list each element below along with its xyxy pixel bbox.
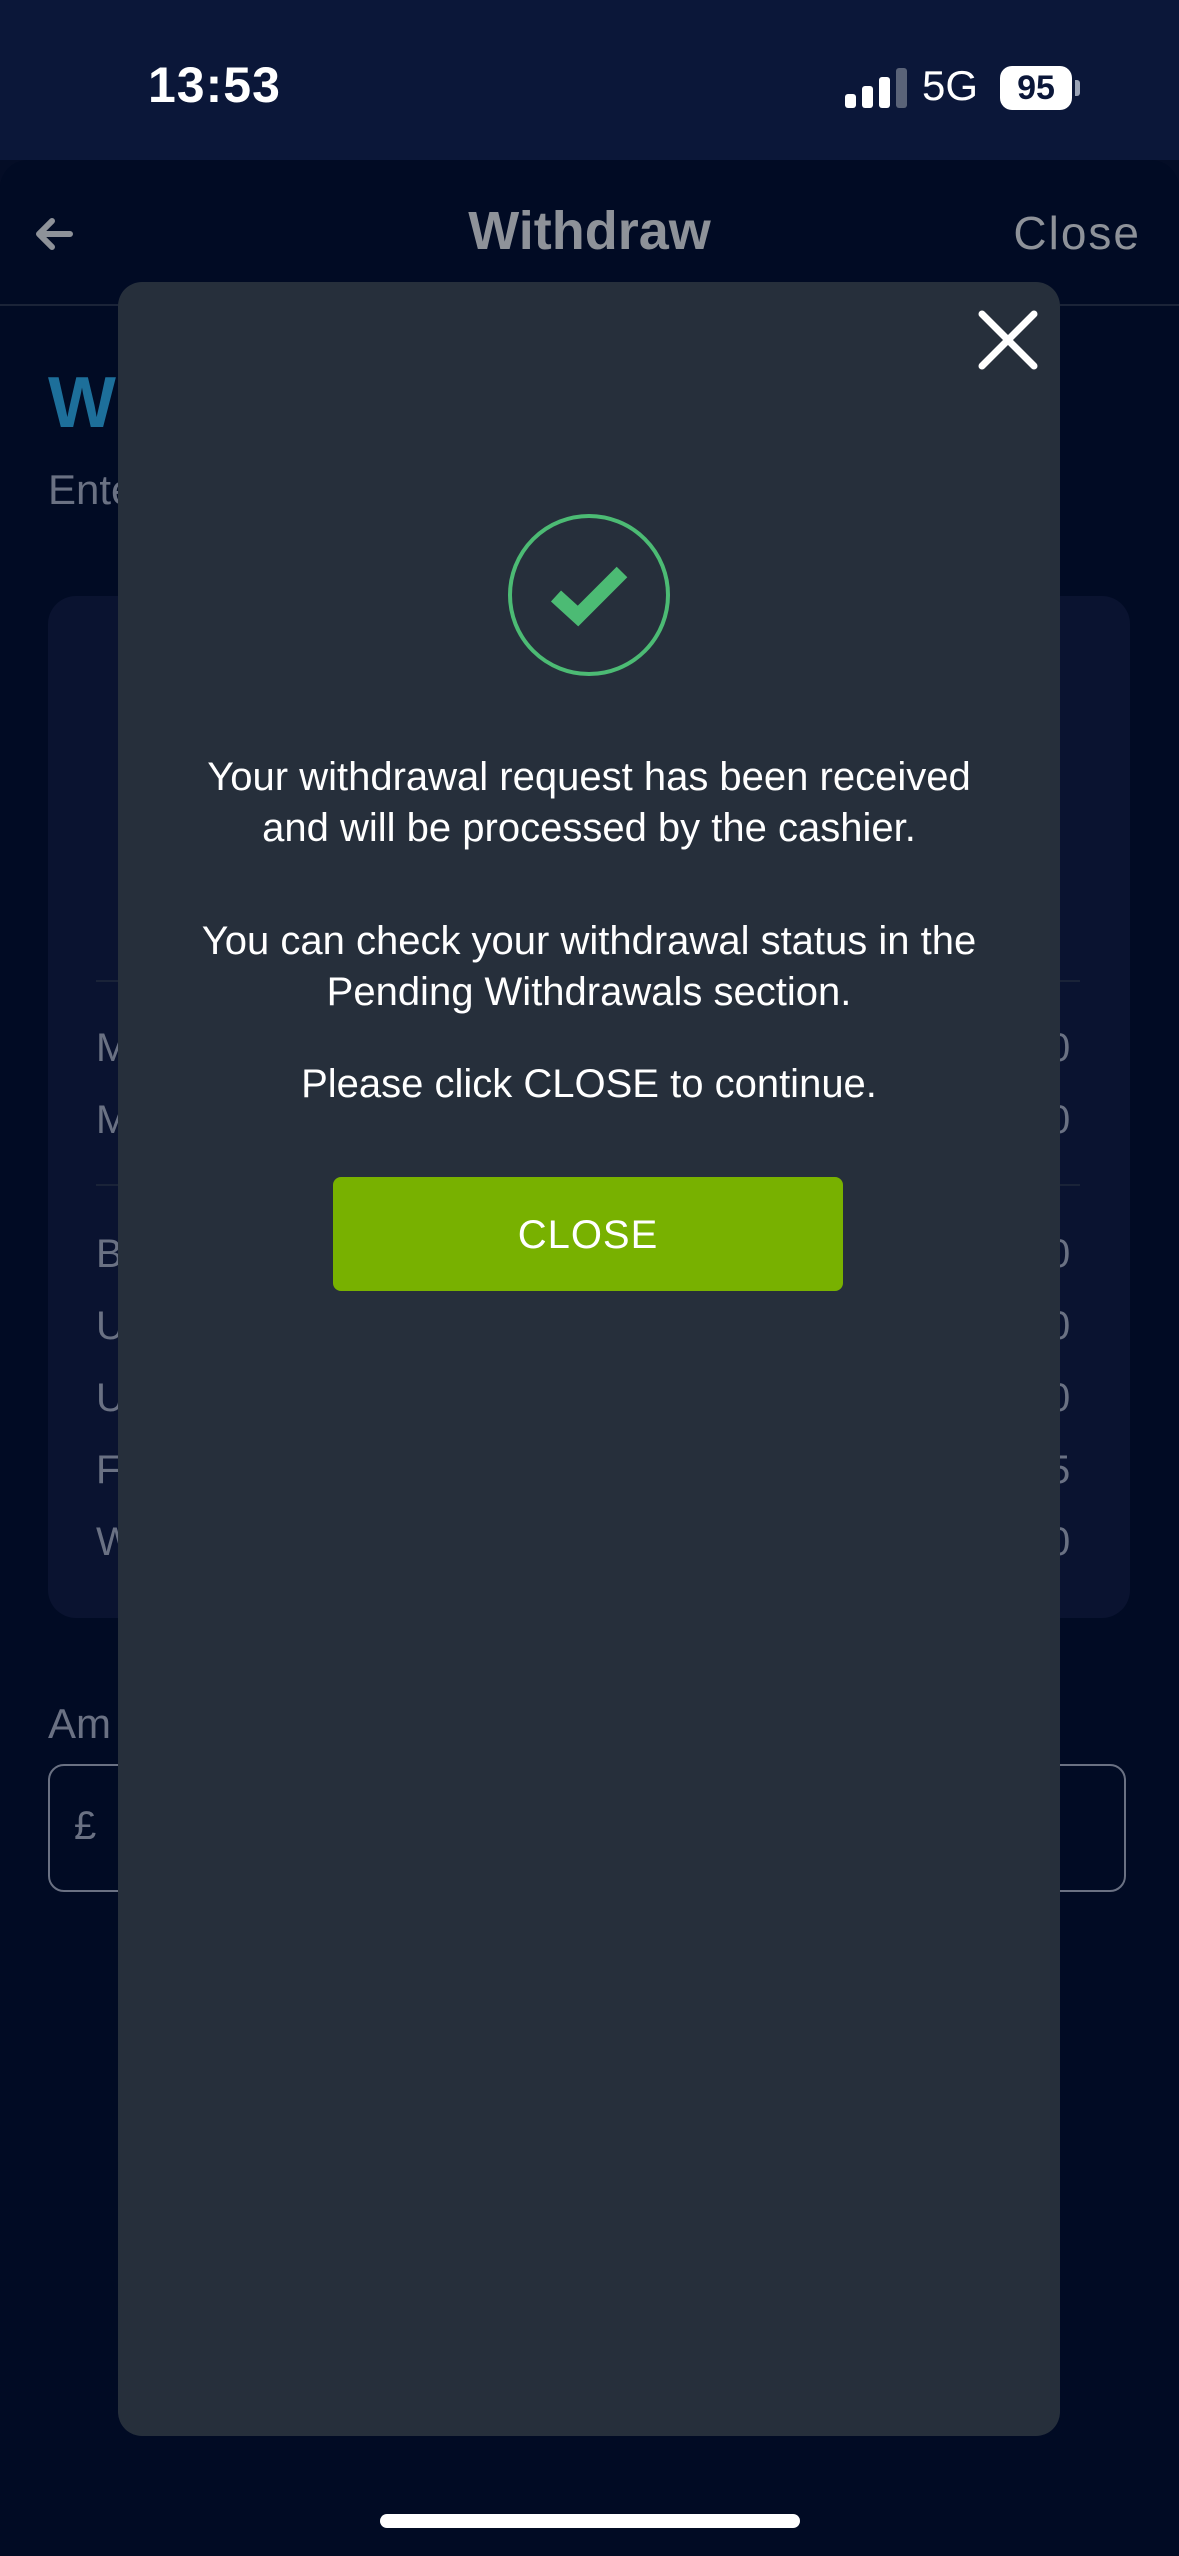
status-info-message: You can check your withdrawal status in … (201, 919, 977, 1014)
battery-tip (1075, 80, 1080, 96)
status-bar: 13:53 5G 95 (0, 0, 1179, 160)
currency-symbol: £ (74, 1804, 97, 1848)
home-indicator[interactable] (380, 2514, 800, 2528)
background-row-label: F (96, 1448, 121, 1492)
page-title: Withdraw (468, 201, 711, 261)
continue-instruction: Please click CLOSE to continue. (301, 1062, 877, 1106)
success-message: Your withdrawal request has been receive… (207, 755, 971, 850)
status-time: 13:53 (148, 57, 281, 113)
check-circle-icon (508, 514, 670, 676)
amount-label: Am (48, 1700, 111, 1747)
network-type: 5G (922, 62, 979, 109)
close-icon[interactable] (974, 306, 1042, 374)
close-button[interactable]: CLOSE (333, 1177, 843, 1291)
signal-icon (845, 68, 909, 108)
battery-icon: 95 (1000, 66, 1072, 110)
nav-close-button[interactable]: Close (1013, 206, 1141, 260)
success-modal: Your withdrawal request has been receive… (118, 282, 1060, 2436)
background-heading: W (48, 363, 116, 443)
